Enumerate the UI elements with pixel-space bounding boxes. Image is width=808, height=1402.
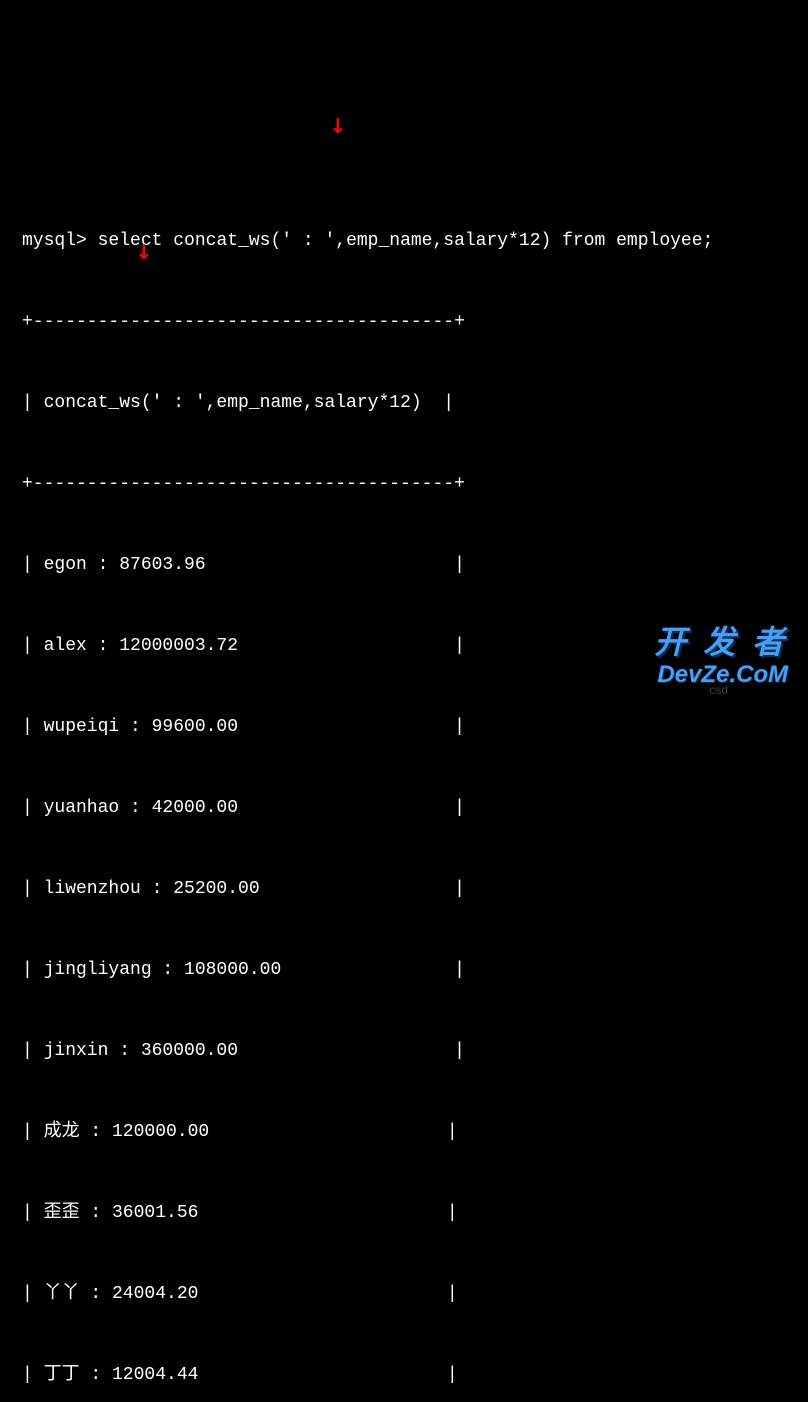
table-border-top: +---------------------------------------… [22, 309, 786, 336]
table-row: | egon : 87603.96 | [22, 552, 786, 579]
table-row: | 成龙 : 120000.00 | [22, 1119, 786, 1146]
watermark-small: csd [709, 681, 728, 699]
sql-query: select concat_ws(' : ',emp_name,salary*1… [98, 231, 714, 251]
terminal-output: ↘ ↘ mysql> select concat_ws(' : ',emp_na… [22, 120, 786, 1402]
table-row: | liwenzhou : 25200.00 | [22, 876, 786, 903]
table-header: | concat_ws(' : ',emp_name,salary*12) | [22, 390, 786, 417]
table-border-mid: +---------------------------------------… [22, 471, 786, 498]
table-row: | jingliyang : 108000.00 | [22, 957, 786, 984]
table-row: | 丫丫 : 24004.20 | [22, 1281, 786, 1308]
table-row: | jinxin : 360000.00 | [22, 1038, 786, 1065]
table-row: | 丁丁 : 12004.44 | [22, 1362, 786, 1389]
table-row: | 歪歪 : 36001.56 | [22, 1200, 786, 1227]
table-row: | wupeiqi : 99600.00 | [22, 714, 786, 741]
annotation-arrow-1: ↘ [320, 110, 353, 143]
mysql-prompt: mysql> [22, 231, 87, 251]
table-row: | yuanhao : 42000.00 | [22, 795, 786, 822]
